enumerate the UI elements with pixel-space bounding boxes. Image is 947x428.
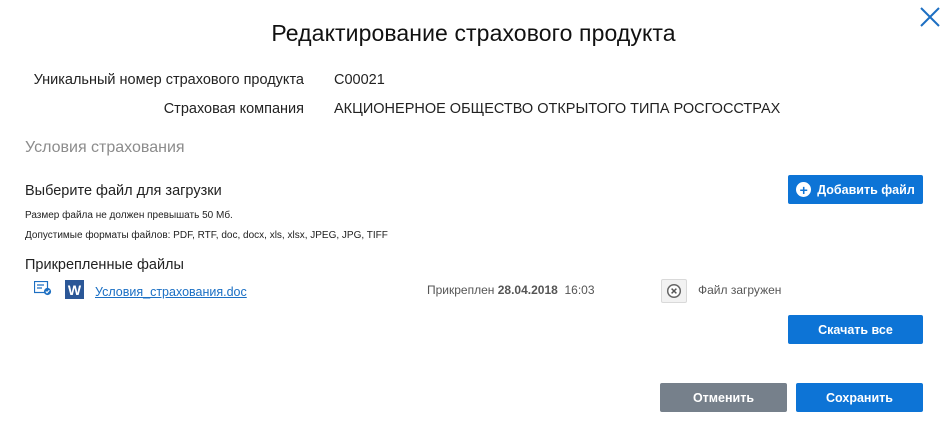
file-link[interactable]: Условия_страхования.doc — [95, 285, 247, 299]
remove-circle-icon — [666, 283, 682, 299]
file-size-note: Размер файла не должен превышать 50 Мб. — [25, 210, 233, 221]
plus-circle-icon: + — [796, 182, 812, 197]
download-all-button[interactable]: Скачать все — [788, 315, 923, 344]
attached-prefix: Прикреплен — [427, 283, 495, 297]
section-title-conditions: Условия страхования — [25, 139, 185, 156]
dialog-title: Редактирование страхового продукта — [271, 20, 676, 46]
attached-info: Прикреплен 28.04.2018 16:03 — [427, 283, 595, 297]
file-status: Файл загружен — [698, 283, 782, 297]
remove-file-button[interactable] — [661, 279, 687, 303]
attached-file-row: W Условия_страхования.doc Прикреплен 28.… — [33, 279, 794, 303]
company-value: АКЦИОНЕРНОЕ ОБЩЕСТВО ОТКРЫТОГО ТИПА РОСГ… — [334, 101, 781, 117]
add-file-label: Добавить файл — [817, 182, 915, 197]
word-doc-icon: W — [65, 280, 84, 299]
upload-label: Выберите файл для загрузки — [25, 183, 222, 199]
add-file-button[interactable]: + Добавить файл — [788, 175, 923, 204]
company-label: Страховая компания — [163, 101, 304, 117]
attached-time: 16:03 — [564, 283, 595, 297]
product-number-label: Уникальный номер страхового продукта — [33, 72, 304, 88]
product-number-value: C00021 — [334, 72, 385, 88]
file-formats-note: Допустимые форматы файлов: PDF, RTF, doc… — [25, 230, 388, 241]
attached-files-label: Прикрепленные файлы — [25, 257, 184, 273]
attached-date: 28.04.2018 — [497, 283, 558, 297]
cancel-button[interactable]: Отменить — [660, 383, 787, 412]
save-button[interactable]: Сохранить — [796, 383, 923, 412]
signature-icon[interactable] — [33, 280, 52, 297]
